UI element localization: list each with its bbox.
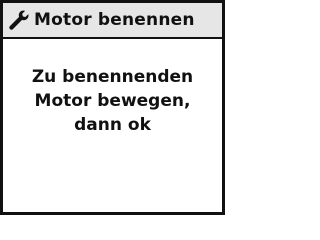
message-line-2: Motor bewegen, (34, 91, 191, 111)
instruction-message: Zu benennenden Motor bewegen, dann ok (3, 65, 222, 137)
screen-title: Motor benennen (34, 10, 195, 30)
message-line-3: dann ok (74, 115, 151, 135)
title-bar: Motor benennen (3, 3, 222, 39)
device-screen: Motor benennen Zu benennenden Motor bewe… (0, 0, 225, 215)
wrench-icon (7, 8, 31, 32)
message-line-1: Zu benennenden (31, 67, 194, 87)
